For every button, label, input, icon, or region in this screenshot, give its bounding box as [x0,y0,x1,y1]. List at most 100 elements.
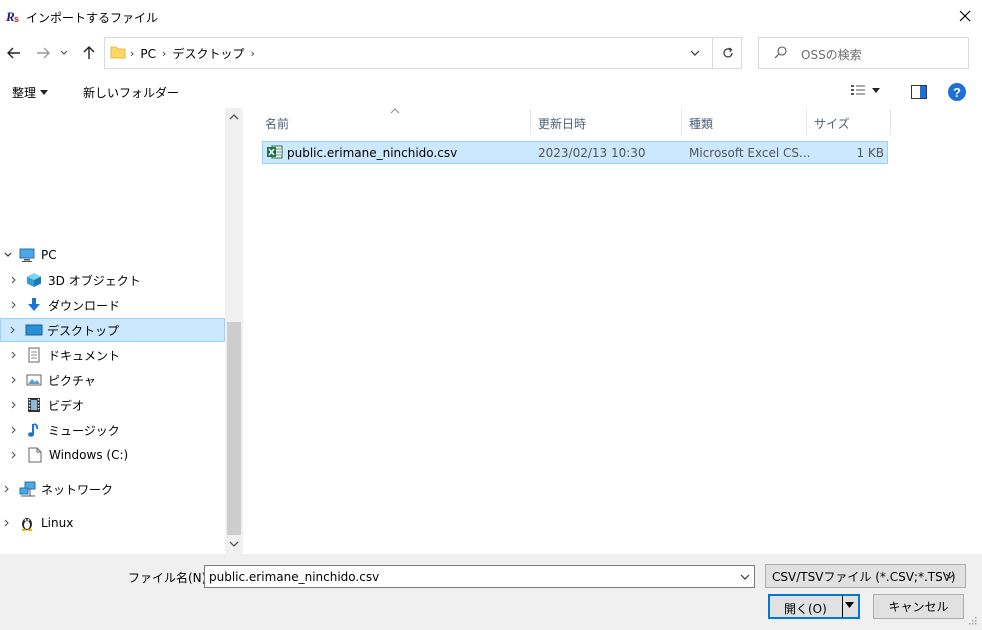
filename-label: ファイル名(N): [128,571,211,585]
new-folder-button[interactable]: 新しいフォルダー [83,84,179,101]
chevron-down-icon [740,574,750,580]
chevron-right-icon[interactable] [9,375,19,385]
tree-item-music[interactable]: ミュージック [0,418,225,442]
chevron-right-icon[interactable] [9,425,19,435]
chevron-right-icon[interactable] [2,518,12,528]
organize-button[interactable]: 整理 [12,84,49,101]
cancel-button[interactable]: キャンセル [873,594,964,619]
computer-icon [19,247,35,263]
file-type-filter-value: CSV/TSVファイル (*.CSV;*.TSV) [772,569,956,584]
linux-tux-icon [19,515,35,531]
open-button-label[interactable]: 開く(O) [784,600,827,617]
breadcrumb-item-pc[interactable]: PC [140,47,156,61]
forward-button[interactable] [31,41,55,65]
music-note-icon [26,422,42,438]
tree-item-documents[interactable]: ドキュメント [0,343,225,367]
file-size: 1 KB [856,146,884,160]
help-button[interactable]: ? [948,83,966,101]
scroll-down-icon[interactable] [229,541,239,547]
cube-3d-icon [26,272,42,288]
window-title: インポートするファイル [26,11,159,25]
chevron-right-icon[interactable] [9,350,19,360]
folder-icon [110,44,126,60]
pictures-icon [26,372,42,388]
tree-item-network[interactable]: ネットワーク [0,477,225,501]
chevron-right-icon[interactable] [2,484,12,494]
address-history-dropdown[interactable] [684,42,706,64]
tree-item-3d-objects[interactable]: 3D オブジェクト [0,268,225,292]
tree-item-videos[interactable]: ビデオ [0,393,225,417]
file-modified: 2023/02/13 10:30 [538,146,646,160]
search-placeholder: OSSの検索 [801,48,862,62]
column-header-row [243,108,982,136]
column-divider[interactable] [681,109,682,135]
drive-icon [28,447,44,463]
refresh-button[interactable] [712,37,742,69]
sort-ascending-icon [390,108,400,114]
tree-item-linux[interactable]: Linux [0,511,225,535]
chevron-down-icon [60,50,68,55]
arrow-up-icon [83,46,95,59]
network-icon [19,481,36,497]
details-view-icon [851,85,865,95]
close-icon [959,10,971,22]
column-header-type[interactable]: 種類 [689,115,713,132]
file-type: Microsoft Excel CS... [689,146,811,160]
column-divider[interactable] [530,109,531,135]
chevron-right-icon[interactable] [9,300,19,310]
back-button[interactable] [2,41,26,65]
refresh-icon [722,47,733,58]
column-header-name[interactable]: 名前 [265,115,289,132]
tree-item-pictures[interactable]: ピクチャ [0,368,225,392]
column-divider[interactable] [806,109,807,135]
tree-item-pc[interactable]: PC [0,243,225,267]
tree-item-desktop[interactable]: デスクトップ [0,318,225,342]
column-divider[interactable] [890,109,891,135]
preview-pane-button[interactable] [911,85,927,99]
app-logo-icon: R s [6,9,22,23]
help-question-icon: ? [953,84,961,100]
file-name[interactable]: public.erimane_ninchido.csv [287,146,457,160]
view-options-button[interactable] [850,84,880,96]
video-icon [26,397,42,413]
svg-text:s: s [14,14,19,23]
breadcrumb-separator-icon: › [130,47,135,60]
document-icon [26,347,42,363]
breadcrumb-item-desktop[interactable]: デスクトップ [172,45,244,62]
split-divider [842,596,843,617]
chevron-right-icon[interactable] [9,275,19,285]
excel-csv-icon [266,144,283,160]
chevron-down-icon[interactable] [3,250,13,260]
arrow-left-icon [7,47,20,59]
tree-item-windows-c[interactable]: Windows (C:) [0,443,225,467]
scrollbar-thumb[interactable] [227,322,241,535]
column-header-modified[interactable]: 更新日時 [538,115,586,132]
open-split-button[interactable]: 開く(O) [768,594,860,619]
filename-input[interactable] [204,565,755,588]
close-button[interactable] [950,2,980,30]
breadcrumb-separator-icon: › [162,47,167,60]
caret-down-icon [872,87,880,93]
download-arrow-icon [26,297,42,313]
resize-grip-icon[interactable] [968,616,978,626]
up-button[interactable] [77,41,101,65]
chevron-right-icon[interactable] [9,400,19,410]
chevron-right-icon[interactable] [8,325,18,335]
arrow-right-icon [37,47,50,59]
column-header-size[interactable]: サイズ [814,115,850,132]
recent-locations-button[interactable] [57,41,71,65]
chevron-down-icon[interactable] [944,568,956,584]
chevron-right-icon[interactable] [9,450,19,460]
chevron-down-icon [690,50,700,56]
tree-item-downloads[interactable]: ダウンロード [0,293,225,317]
navigation-pane[interactable]: PC 3D オブジェクト ダウンロード デスクトップ ドキュメント ピクチャ ビ… [0,108,243,554]
file-type-filter-select[interactable]: CSV/TSVファイル (*.CSV;*.TSV) [765,564,966,588]
breadcrumb: › PC › デスクトップ › [130,45,255,62]
search-input[interactable] [758,37,969,69]
scroll-up-icon[interactable] [229,114,239,120]
desktop-icon [25,322,43,338]
organize-label: 整理 [12,86,37,100]
open-options-dropdown-icon[interactable] [845,602,854,608]
filename-history-dropdown[interactable] [736,568,754,586]
breadcrumb-separator-icon: › [250,47,255,60]
